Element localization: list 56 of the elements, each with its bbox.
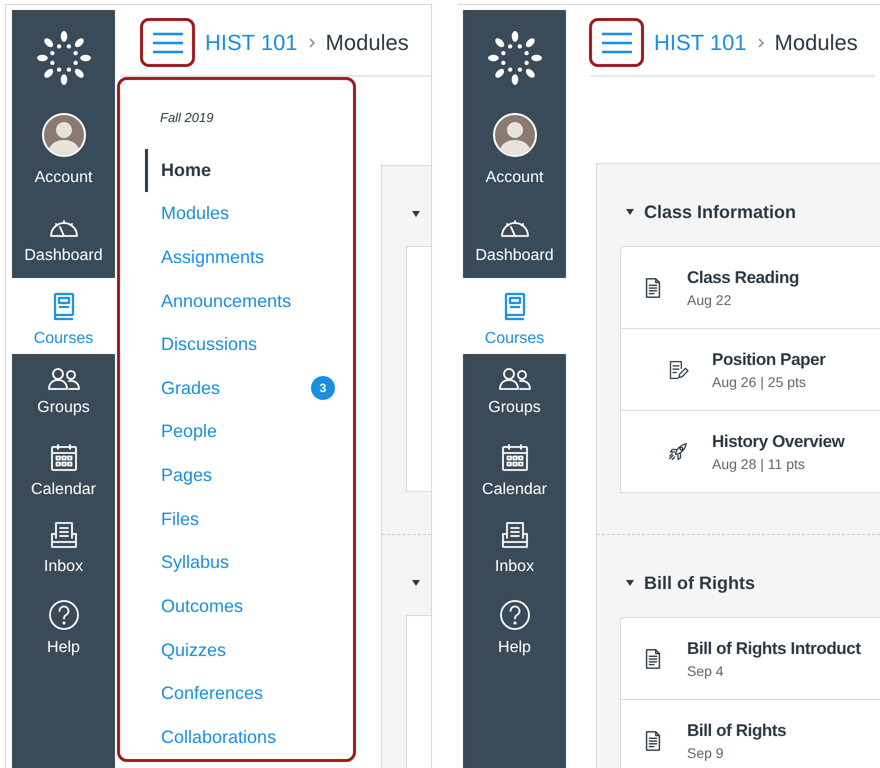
breadcrumb-current: Modules — [326, 29, 409, 57]
item-title: History Overview — [712, 430, 844, 452]
module-item[interactable]: Bill of Rights Sep 9 — [621, 700, 880, 768]
item-details: Sep 4 — [687, 662, 725, 680]
term-label: Fall 2019 — [159, 109, 214, 127]
logo-icon — [488, 30, 542, 84]
people-icon — [498, 367, 532, 391]
item-title: Bill of Rights — [687, 720, 786, 742]
nav-item[interactable]: Calendar — [12, 432, 115, 509]
nav-item[interactable]: Dashboard — [463, 205, 566, 275]
book-icon — [502, 292, 526, 322]
people-icon — [46, 367, 80, 391]
nav-item[interactable]: Inbox — [12, 509, 115, 587]
item-title: Class Reading — [687, 266, 799, 289]
item-title: Bill of Rights Introduct — [687, 638, 861, 660]
calendar-icon — [500, 443, 530, 473]
module-item[interactable]: Bill of Rights Introduct Sep 4 — [621, 618, 880, 700]
collapse-triangle-icon — [411, 210, 421, 218]
breadcrumb-current: Modules — [774, 29, 858, 57]
nav-item[interactable]: Help — [463, 587, 566, 665]
help-icon — [498, 599, 530, 631]
menu-icon — [152, 32, 184, 54]
count-badge: 3 — [311, 376, 335, 400]
calendar-icon — [48, 443, 78, 473]
rocket-icon — [667, 442, 689, 462]
chevron-right-icon — [308, 36, 316, 48]
nav-item[interactable]: Account — [12, 105, 115, 205]
nav-item[interactable]: Groups — [463, 357, 566, 432]
module-item[interactable]: History Overview Aug 28 | 11 pts — [621, 411, 880, 493]
item-details: Aug 28 | 11 pts — [712, 454, 806, 474]
item-details: Aug 22 — [687, 290, 732, 310]
module-title[interactable]: Bill of Rights — [644, 570, 755, 596]
nav-item[interactable]: Account — [463, 105, 566, 205]
course-menu-item[interactable]: Home — [145, 148, 338, 192]
document-pencil-icon — [667, 360, 689, 380]
avatar-icon — [42, 113, 86, 157]
help-icon — [48, 599, 80, 631]
menu-icon — [600, 32, 632, 54]
module-title[interactable]: Class Information — [644, 198, 796, 226]
nav-item[interactable]: Dashboard — [12, 205, 115, 275]
avatar-icon — [492, 113, 536, 157]
menu-button[interactable] — [140, 18, 195, 67]
item-details: Sep 9 — [687, 744, 725, 762]
book-icon — [52, 292, 76, 322]
item-title: Position Paper — [712, 348, 826, 370]
collapse-triangle-icon — [411, 579, 421, 587]
item-details: Aug 26 | 25 pts — [712, 372, 807, 392]
logo-icon — [36, 30, 90, 84]
nav-item[interactable]: Inbox — [463, 509, 566, 587]
chevron-right-icon — [756, 36, 765, 48]
module-item[interactable]: Position Paper Aug 26 | 25 pts — [621, 329, 880, 411]
nav-item[interactable]: Groups — [12, 357, 115, 432]
menu-button[interactable] — [589, 18, 644, 67]
nav-item[interactable]: Calendar — [463, 432, 566, 509]
nav-item[interactable]: Help — [12, 587, 115, 665]
module-item[interactable]: Class Reading Aug 22 — [621, 247, 880, 329]
